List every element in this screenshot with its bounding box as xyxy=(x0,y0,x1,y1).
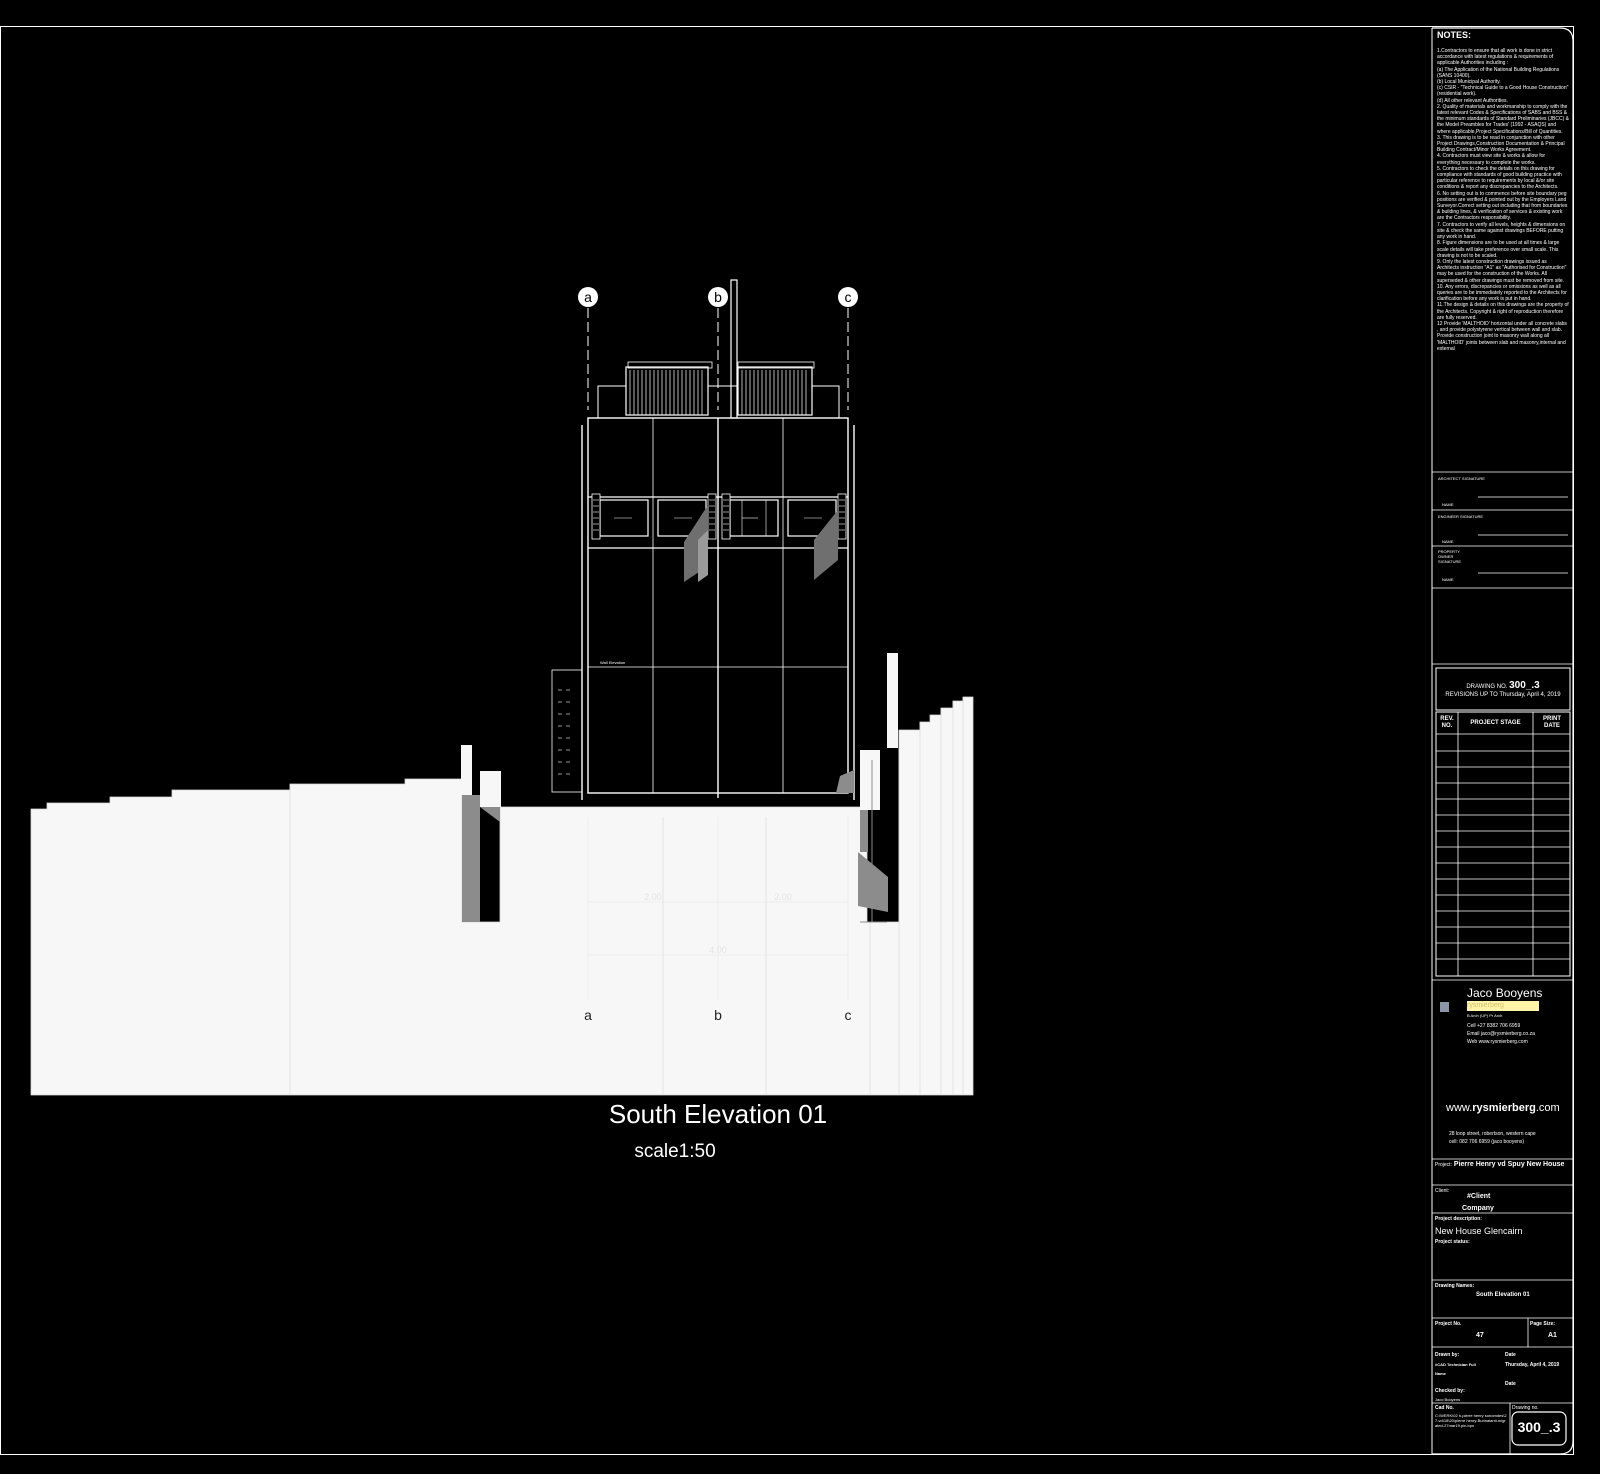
svg-text:c: c xyxy=(845,289,852,305)
gridline-label-bottom: b xyxy=(714,1007,722,1023)
building-elevation xyxy=(551,279,855,800)
note-item: (a) The Application of the National Buil… xyxy=(1437,66,1560,79)
drawing-sheet: 2.00 2.00 4.00 a b c a b c Wall Elevatio… xyxy=(0,26,1574,1455)
gridline-bubble-c: c xyxy=(838,287,858,307)
notes-heading: NOTES: xyxy=(1437,30,1472,40)
firm-name: Jaco Booyens xyxy=(1467,987,1542,1000)
dimension-label: 2.00 xyxy=(774,892,792,902)
drawing-no-big: 300_.3 xyxy=(1517,1419,1561,1435)
cad-no-value: C:\WERK\02 h-pierre henry sonomdes\27-vd… xyxy=(1435,1413,1507,1428)
date-value: Thursday, April 4, 2019 xyxy=(1505,1362,1560,1368)
level-label: Wall Elevation xyxy=(600,660,625,665)
ground-mass xyxy=(30,653,974,1096)
note-item: 4. Contractors must view site & works & … xyxy=(1437,153,1546,166)
note-item: 9. Only the latest construction drawings… xyxy=(1437,258,1567,284)
engineer-name-label: NAME xyxy=(1442,539,1454,544)
firm-name-first: Jaco xyxy=(1467,986,1493,1000)
note-item: 12 Provide 'MALTHOID' horizontal under a… xyxy=(1437,320,1567,352)
dimension-label: 2.00 xyxy=(644,892,662,902)
note-item: 1.Contractors to ensure that all work is… xyxy=(1437,48,1554,67)
drawing-no-value: 300_.3 xyxy=(1509,680,1540,691)
note-item: 6. No setting out is to commence before … xyxy=(1437,190,1568,222)
drawing-names-label: Drawing Names: xyxy=(1435,1283,1475,1289)
owner-name-label: NAME xyxy=(1442,577,1454,582)
svg-text:b: b xyxy=(714,289,722,305)
note-item: 2. Quality of materials and workmanship … xyxy=(1437,103,1569,135)
page-size-label: Page Size: xyxy=(1530,1321,1556,1327)
note-item: (c) CSIR - "Technical Guide to a Good Ho… xyxy=(1437,85,1569,98)
contact-web[interactable]: Web www.rysmierberg.com xyxy=(1467,1038,1535,1046)
contact-email[interactable]: Email jaco@rysmierberg.co.za xyxy=(1467,1030,1535,1038)
website-link[interactable]: www.rysmierberg.com xyxy=(1446,1102,1560,1114)
gridline-bubble-b: b xyxy=(708,287,728,307)
notes-list: 1.Contractors to ensure that all work is… xyxy=(1437,48,1569,352)
firm-name-last: Booyens xyxy=(1495,986,1543,1000)
checked-by-value: Jaco Booyens xyxy=(1435,1397,1461,1402)
firm-logo-square xyxy=(1440,1002,1449,1012)
gridline-bubble-a: a xyxy=(578,287,598,307)
date-label-2: Date xyxy=(1505,1381,1516,1387)
drawing-no-label-2: Drawing no. xyxy=(1512,1405,1539,1411)
print-date-header: PRINT DATE xyxy=(1543,716,1561,729)
drawing-no-label: DRAWING NO. xyxy=(1466,684,1508,690)
drawing-title: South Elevation 01 xyxy=(609,1099,827,1129)
address-line-1: 28 loop street, robertson, western cape xyxy=(1449,1131,1536,1137)
description-value: New House Glencairn xyxy=(1435,1226,1523,1236)
title-block-lines xyxy=(1432,471,1573,1454)
drawn-by-value-1: #CAD Technician Full xyxy=(1435,1362,1476,1367)
note-item: 10. Any errors, discrepancies or omissio… xyxy=(1437,283,1567,303)
sheet-border xyxy=(0,26,1574,1455)
note-item: 5. Contractors to check the details on t… xyxy=(1437,165,1562,191)
status-label: Project status: xyxy=(1435,1239,1470,1245)
drawing-no-header: DRAWING NO. 300_.3 xyxy=(1436,680,1570,691)
website-prefix: www. xyxy=(1446,1102,1473,1114)
drawn-by-value-2: Name xyxy=(1435,1371,1446,1376)
drawing-scale: scale1:50 xyxy=(634,1141,715,1162)
note-item: 8. Figure dimensions are to be used at a… xyxy=(1437,240,1560,259)
description-label: Project description: xyxy=(1435,1216,1482,1222)
project-no-label: Project No. xyxy=(1435,1321,1462,1327)
project-stage-header: PROJECT STAGE xyxy=(1470,720,1521,726)
architect-name-label: NAME xyxy=(1442,502,1454,507)
firm-contact: Cell +27 8382 706 6959 Email jaco@rysmie… xyxy=(1467,1022,1535,1046)
note-item: 3. This drawing is to be read in conjunc… xyxy=(1437,134,1565,154)
project-row: Project: Pierre Henry vd Spuy New House xyxy=(1435,1161,1564,1169)
website-suffix: .com xyxy=(1535,1102,1560,1114)
date-label: Date xyxy=(1505,1352,1516,1358)
revisions-label: REVISIONS UP TO Thursday, April 4, 2019 xyxy=(1445,692,1561,698)
gridline-label-bottom: c xyxy=(845,1007,852,1023)
firm-credentials: B Arch (UP) Pr Arch xyxy=(1467,1013,1503,1018)
dimension-label: 4.00 xyxy=(709,945,727,955)
project-no-value: 47 xyxy=(1476,1332,1484,1339)
website-bold: rysmierberg xyxy=(1472,1102,1536,1114)
client-value-2: Company xyxy=(1462,1205,1494,1212)
contact-cell: Cell +27 8382 706 6959 xyxy=(1467,1023,1521,1029)
project-label: Project: xyxy=(1435,1162,1452,1168)
page-size-value: A1 xyxy=(1548,1332,1557,1339)
svg-text:a: a xyxy=(584,289,592,305)
project-value: Pierre Henry vd Spuy New House xyxy=(1453,1161,1565,1168)
checked-by-label: Checked by: xyxy=(1435,1388,1465,1394)
address-line-2: cell: 082 706 6959 (jaco booyens) xyxy=(1449,1139,1525,1145)
drawing-names-value: South Elevation 01 xyxy=(1476,1292,1530,1298)
cad-no-label: Cad No. xyxy=(1435,1405,1454,1411)
note-item: 7. Contractors to verify all levels, hei… xyxy=(1437,221,1566,241)
client-value-1: #Client xyxy=(1467,1193,1491,1200)
gridline-label-bottom: a xyxy=(584,1007,592,1023)
drawn-by-label: Drawn by: xyxy=(1435,1352,1460,1358)
note-item: 11.The design & details on this drawings… xyxy=(1437,302,1569,321)
firm-highlight: rysmierberg xyxy=(1467,1001,1539,1011)
engineer-signature-label: ENGINEER SIGNATURE xyxy=(1438,514,1484,519)
owner-signature-label: PROPERTY OWNER SIGNATURE xyxy=(1438,549,1462,564)
client-label: Client: xyxy=(1435,1188,1450,1194)
rev-no-header: REV. NO. xyxy=(1440,716,1454,729)
architect-signature-label: ARCHITECT SIGNATURE xyxy=(1438,476,1485,481)
